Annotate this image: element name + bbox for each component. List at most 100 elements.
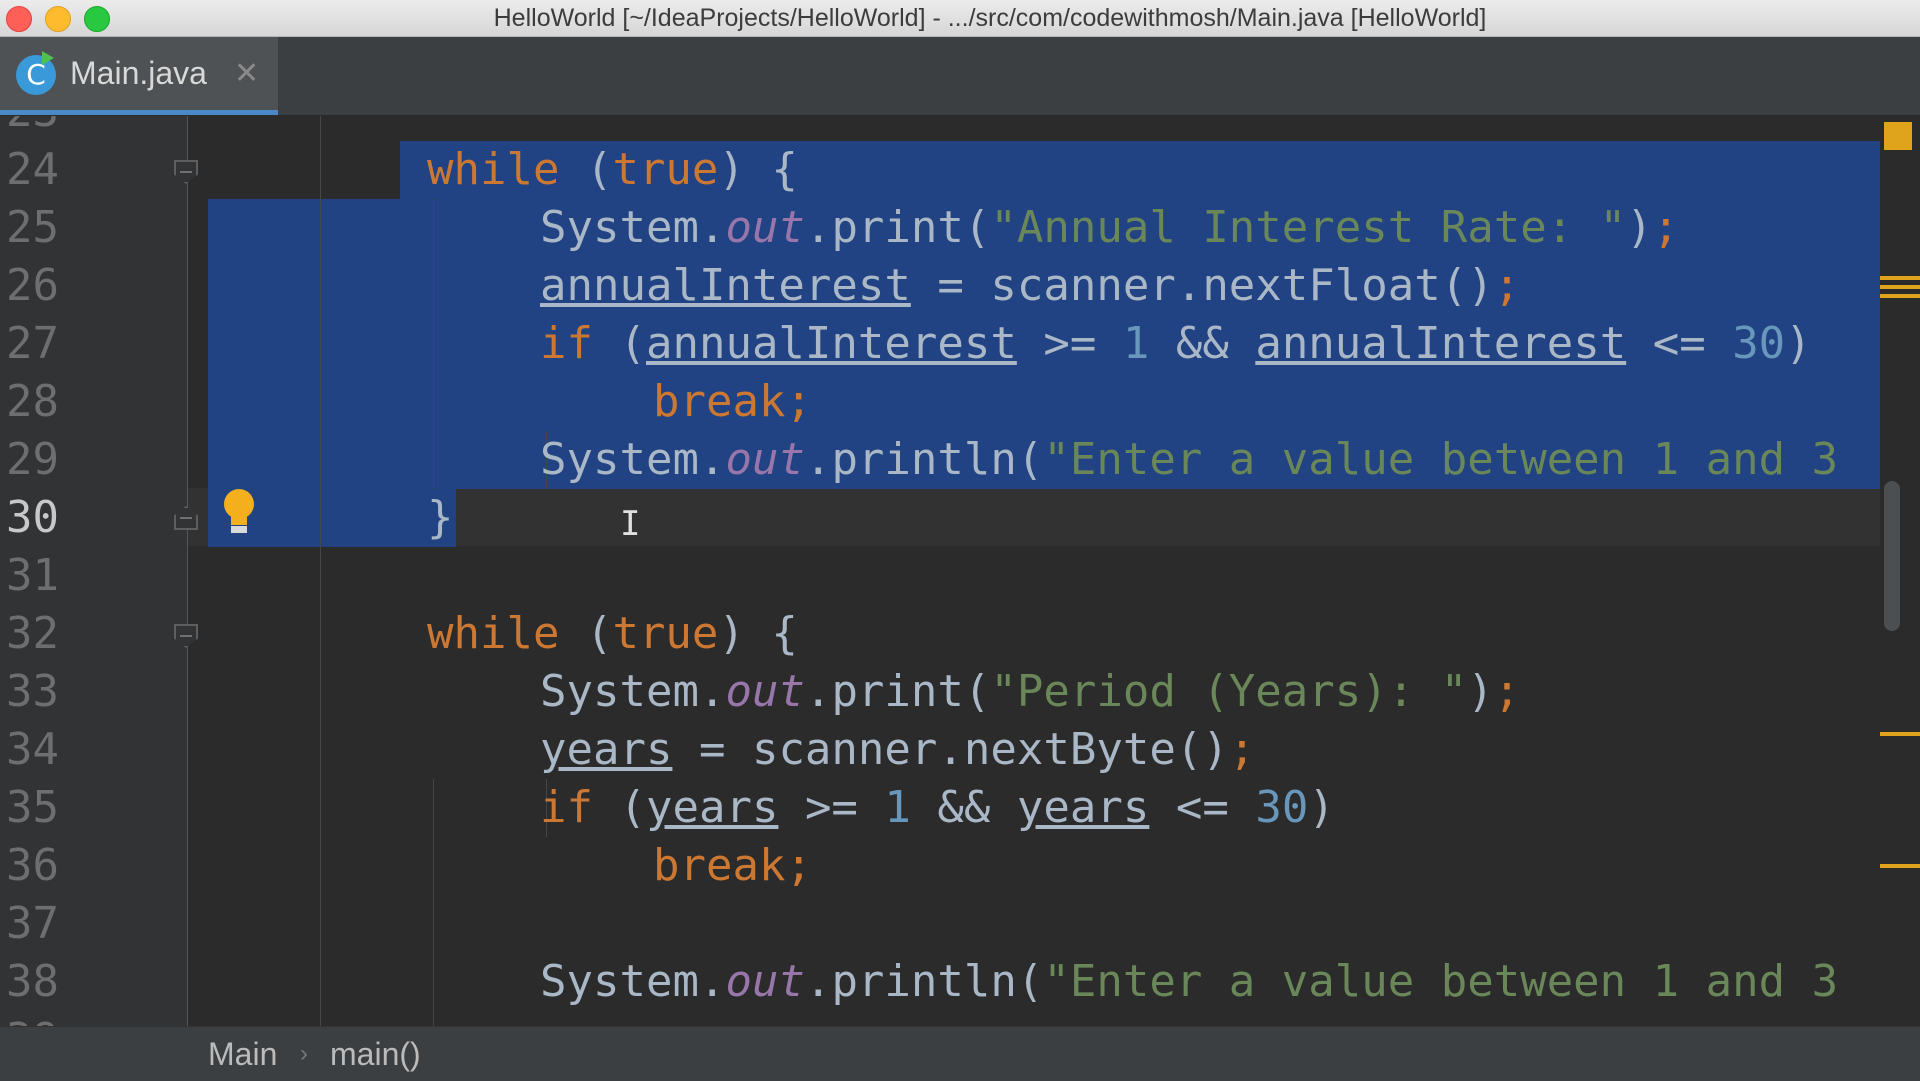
warning-marker[interactable]: [1880, 864, 1920, 868]
identifier: println: [831, 956, 1017, 1007]
keyword: true: [612, 144, 719, 195]
breadcrumb-method[interactable]: main(): [330, 1027, 421, 1081]
operator: <=: [1652, 318, 1706, 369]
line-number: 32: [6, 608, 59, 659]
operator: ): [718, 144, 745, 195]
window-title: HelloWorld [~/IdeaProjects/HelloWorld] -…: [493, 4, 1487, 32]
static-field: out: [725, 434, 805, 485]
operator: .: [698, 956, 726, 1007]
number-literal: 1: [1122, 318, 1150, 369]
code-line[interactable]: System.out.println("Enter a value betwee…: [540, 431, 1838, 489]
line-number: 35: [6, 782, 59, 833]
string-literal: "Annual Interest Rate: ": [990, 202, 1627, 253]
warning-marker[interactable]: [1880, 294, 1920, 298]
operator: (: [585, 144, 613, 195]
operator: >=: [804, 782, 858, 833]
identifier: System: [540, 202, 699, 253]
operator: &&: [937, 782, 991, 833]
keyword: true: [612, 608, 719, 659]
operator: (: [1016, 434, 1044, 485]
lightbulb-neck: [231, 515, 247, 525]
breadcrumb-class[interactable]: Main: [208, 1027, 277, 1081]
operator: {: [771, 608, 798, 659]
semicolon: ;: [785, 840, 812, 891]
line-number: 33: [6, 666, 59, 717]
line-number: 26: [6, 260, 59, 311]
code-line[interactable]: if (years >= 1 && years <= 30): [540, 779, 1335, 837]
operator: (: [619, 782, 646, 833]
line-number: 24: [6, 144, 59, 195]
code-line[interactable]: break;: [653, 837, 812, 895]
keyword: if: [540, 782, 593, 833]
code-line[interactable]: System.out.print("Period (Years): ");: [540, 663, 1520, 721]
close-tab-icon[interactable]: ✕: [234, 37, 259, 110]
identifier: print: [831, 666, 964, 717]
line-number: 23: [6, 116, 76, 141]
keyword: break: [653, 840, 786, 891]
keyword: while: [427, 144, 560, 195]
operator: (: [619, 318, 646, 369]
warning-summary-icon[interactable]: [1884, 122, 1912, 150]
line-number-current: 30: [6, 492, 59, 543]
operator: =: [698, 724, 726, 775]
variable: annualInterest: [1255, 318, 1627, 369]
code-line[interactable]: System.out.print("Annual Interest Rate: …: [540, 199, 1679, 257]
identifier: print: [831, 202, 964, 253]
operator: .: [937, 724, 964, 775]
identifier: System: [540, 956, 699, 1007]
variable: annualInterest: [645, 318, 1017, 369]
operator: (: [1016, 956, 1044, 1007]
operator: &&: [1175, 318, 1229, 369]
lightbulb-icon[interactable]: [222, 489, 256, 533]
warning-marker[interactable]: [1880, 732, 1920, 736]
line-number: 37: [6, 898, 59, 949]
keyword: while: [427, 608, 560, 659]
string-literal: "Period (Years): ": [990, 666, 1468, 717]
indent-guide: [433, 779, 434, 1026]
operator: .: [1175, 260, 1203, 311]
operator: .: [698, 666, 726, 717]
semicolon: ;: [1228, 724, 1256, 775]
number-literal: 30: [1255, 782, 1309, 833]
code-line[interactable]: break;: [653, 373, 812, 431]
code-editor[interactable]: 23 24 25 26 27 28 29 30 31 32 33 34 35 3…: [0, 116, 1920, 1026]
number-literal: 1: [884, 782, 911, 833]
variable: years: [1016, 782, 1150, 833]
tab-label: Main.java: [70, 55, 207, 91]
code-line[interactable]: while (true) {: [427, 605, 798, 663]
identifier: scanner: [751, 724, 938, 775]
line-number: 39: [6, 1011, 76, 1026]
line-number: 29: [6, 434, 59, 485]
code-line[interactable]: System.out.println("Enter a value betwee…: [540, 953, 1838, 1011]
static-field: out: [725, 202, 805, 253]
operator: .: [698, 434, 726, 485]
operator: =: [937, 260, 964, 311]
run-indicator-icon: [42, 51, 54, 65]
operator: <=: [1175, 782, 1229, 833]
line-number: 38: [6, 956, 59, 1007]
line-number: 25: [6, 202, 59, 253]
static-field: out: [725, 666, 805, 717]
operator: .: [804, 202, 832, 253]
warning-marker[interactable]: [1880, 276, 1920, 280]
indent-guide: [433, 199, 434, 489]
identifier: nextFloat: [1202, 260, 1441, 311]
identifier: scanner: [990, 260, 1176, 311]
code-line[interactable]: }: [427, 489, 454, 547]
identifier: System: [540, 434, 699, 485]
window-title-bar: HelloWorld [~/IdeaProjects/HelloWorld] -…: [0, 0, 1920, 37]
indent-guide: [320, 116, 321, 1026]
code-line[interactable]: while (true) {: [427, 141, 798, 199]
string-literal: "Enter a value between 1 and 3: [1043, 956, 1839, 1007]
semicolon: ;: [785, 376, 812, 427]
operator: >=: [1043, 318, 1097, 369]
keyword: break: [653, 376, 786, 427]
code-line[interactable]: if (annualInterest >= 1 && annualInteres…: [540, 315, 1812, 373]
operator: }: [427, 492, 454, 543]
code-line[interactable]: annualInterest = scanner.nextFloat();: [540, 257, 1520, 315]
semicolon: ;: [1493, 666, 1521, 717]
tab-main-java[interactable]: C Main.java ✕: [0, 37, 278, 115]
warning-marker[interactable]: [1880, 285, 1920, 289]
code-line[interactable]: years = scanner.nextByte();: [540, 721, 1255, 779]
vertical-scrollbar[interactable]: [1884, 481, 1900, 631]
